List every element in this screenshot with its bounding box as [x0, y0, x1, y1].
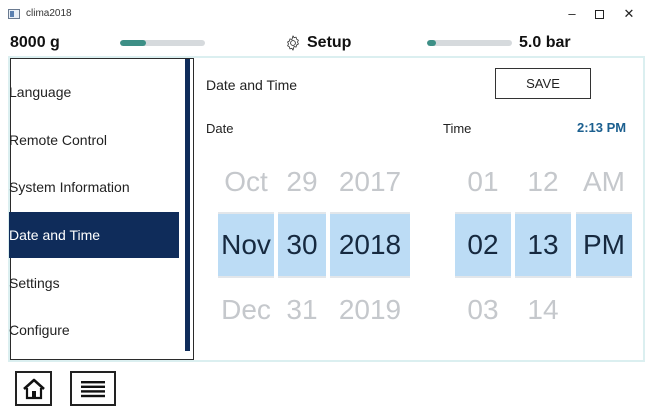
day-next-option[interactable]: 31: [278, 294, 326, 330]
year-prev-option[interactable]: 2017: [330, 166, 410, 202]
pressure-readout: 5.0 bar: [519, 34, 571, 51]
ampm-selected-option[interactable]: PM: [576, 212, 632, 278]
sidebar-item-configure[interactable]: Configure: [9, 307, 177, 353]
setup-header: Setup: [284, 33, 351, 53]
sidebar-item-label: Language: [9, 84, 72, 100]
sidebar-item-date-and-time[interactable]: Date and Time: [9, 212, 179, 258]
minute-prev-option[interactable]: 12: [515, 166, 571, 202]
month-next-option[interactable]: Dec: [218, 294, 274, 330]
menu-button[interactable]: [70, 371, 116, 406]
minute-selected-option[interactable]: 13: [515, 212, 571, 278]
maximize-icon: [594, 10, 604, 20]
home-button[interactable]: [15, 371, 52, 406]
sidebar-item-label: Settings: [9, 275, 60, 291]
pressure-progress-fill: [427, 40, 436, 46]
save-button[interactable]: SAVE: [495, 68, 591, 99]
pressure-progress-bar: [427, 40, 512, 46]
year-next-option[interactable]: 2019: [330, 294, 410, 330]
minute-next-option[interactable]: 14: [515, 294, 571, 330]
year-selected-option[interactable]: 2018: [330, 212, 410, 278]
close-button[interactable]: ✕: [614, 4, 644, 24]
sidebar-item-label: System Information: [9, 179, 130, 195]
day-selected-option[interactable]: 30: [278, 212, 326, 278]
ampm-next-option[interactable]: [576, 294, 632, 330]
page-title: Date and Time: [206, 77, 298, 93]
ampm-prev-option[interactable]: AM: [576, 166, 632, 202]
hour-selected-option[interactable]: 02: [455, 212, 511, 278]
sidebar-item-settings[interactable]: Settings: [9, 260, 177, 306]
date-label: Date: [206, 121, 234, 136]
weight-readout: 8000 g: [10, 34, 60, 51]
hour-prev-option[interactable]: 01: [455, 166, 511, 202]
weight-progress-bar: [120, 40, 205, 46]
weight-progress-fill: [120, 40, 146, 46]
day-prev-option[interactable]: 29: [278, 166, 326, 202]
menu-icon: [81, 380, 105, 397]
sidebar-item-label: Configure: [9, 322, 70, 338]
setup-title: Setup: [307, 34, 352, 51]
bottom-toolbar: [0, 364, 651, 410]
time-label: Time: [443, 121, 472, 136]
sidebar-item-label: Remote Control: [9, 132, 108, 148]
maximize-button[interactable]: [584, 4, 614, 24]
month-selected-option[interactable]: Nov: [218, 212, 274, 278]
gear-icon: [287, 35, 299, 51]
status-bar: 8000 g Setup 5.0 bar: [0, 30, 651, 56]
sidebar-item-language[interactable]: Language: [9, 69, 177, 115]
month-prev-option[interactable]: Oct: [218, 166, 274, 202]
minimize-button[interactable]: –: [557, 4, 587, 24]
sidebar-item-remote-control[interactable]: Remote Control: [9, 117, 177, 163]
app-window-icon: [8, 9, 20, 19]
window-titlebar: clima2018 – ✕: [0, 0, 651, 30]
current-time-readout: 2:13 PM: [577, 120, 627, 135]
sidebar-item-system-information[interactable]: System Information: [9, 164, 177, 210]
sidebar-scrollbar[interactable]: [185, 59, 190, 351]
window-title: clima2018: [26, 8, 72, 19]
home-icon: [22, 378, 45, 399]
sidebar-item-label: Date and Time: [9, 227, 101, 243]
hour-next-option[interactable]: 03: [455, 294, 511, 330]
